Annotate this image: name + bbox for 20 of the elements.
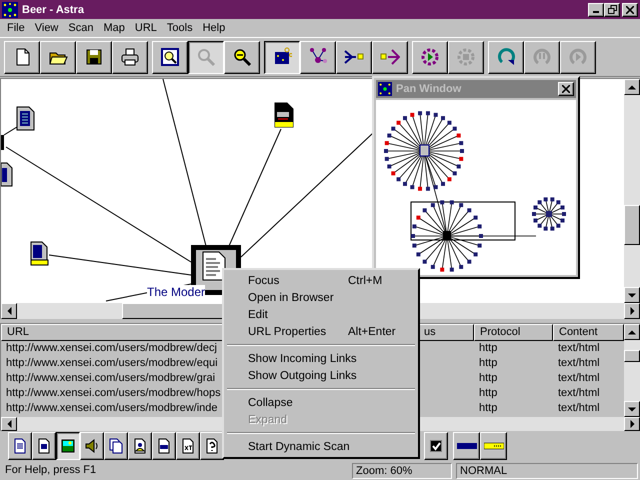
url-cell: http://www.xensei.com/users/modbrew/equi	[6, 357, 218, 369]
url-cell: http://www.xensei.com/users/modbrew/grai	[6, 372, 216, 384]
content-type-cell-text: text/html	[557, 356, 601, 371]
content-type-cell-text: text/html	[557, 371, 601, 386]
url-cell: http://www.xensei.com/users/modbrew/hops	[6, 387, 221, 399]
content-type-cell-text: text/html	[557, 401, 601, 416]
protocol-cell-text: http	[478, 386, 498, 401]
content-type-cell-text: text/html	[557, 386, 601, 401]
status-text: Zoom: 60%	[352, 463, 452, 479]
protocol-cell-text: http	[478, 356, 498, 371]
protocol-cell-text: http	[478, 401, 498, 416]
protocol-cell-text: http	[478, 371, 498, 386]
status-text: For Help, press F1	[4, 463, 98, 478]
window-title: Beer - Astra	[22, 4, 84, 16]
pan-window-title: Pan Window	[396, 83, 462, 95]
url-cell: http://www.xensei.com/users/modbrew/decj	[6, 342, 217, 354]
url-cell: http://www.xensei.com/users/modbrew/inde	[6, 402, 218, 414]
protocol-cell-text: http	[478, 341, 498, 356]
content-type-cell-text: text/html	[557, 341, 601, 356]
status-text: NORMAL	[456, 463, 638, 479]
